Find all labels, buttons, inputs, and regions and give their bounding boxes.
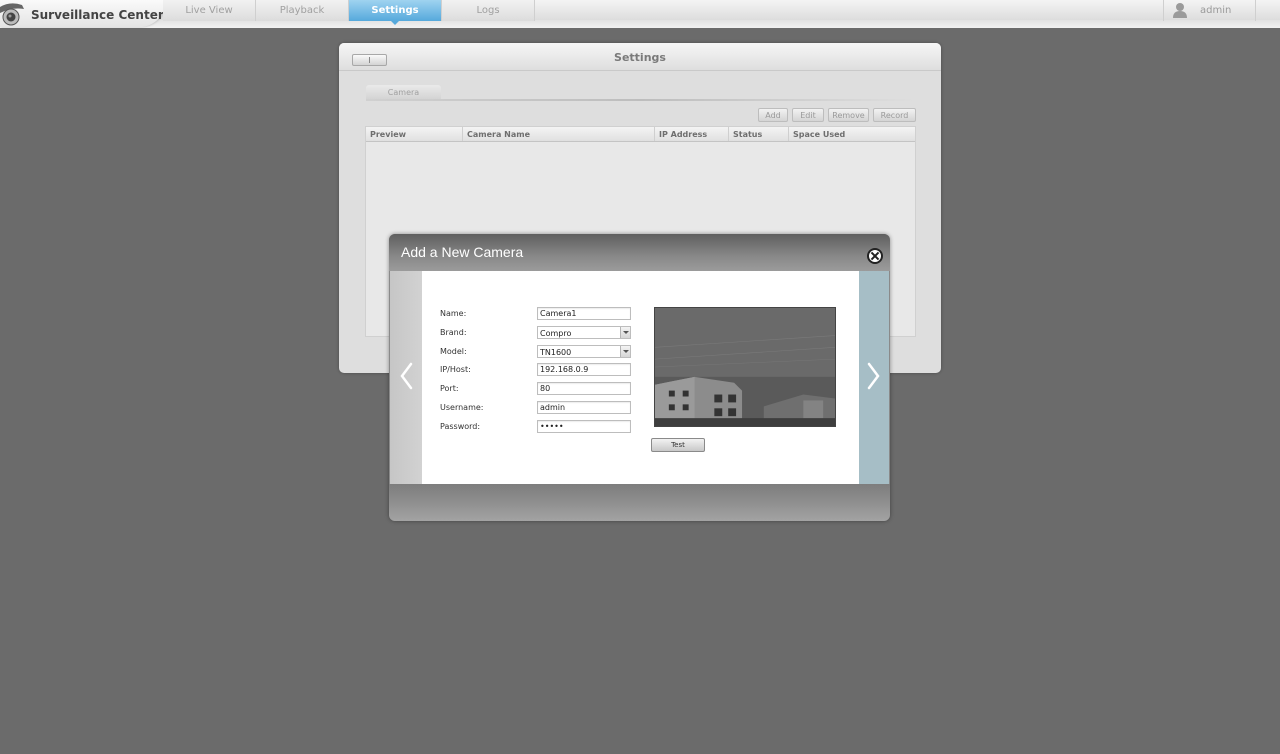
port-field[interactable]: 80	[537, 382, 631, 395]
username-label: Username:	[440, 403, 484, 412]
brand-value: Compro	[540, 329, 572, 338]
column-ip-address[interactable]: IP Address	[655, 127, 729, 141]
ip-host-field[interactable]: 192.168.0.9	[537, 363, 631, 376]
remove-button[interactable]: Remove	[828, 108, 869, 122]
app-title: Surveillance Center	[31, 8, 164, 22]
chevron-down-icon[interactable]	[620, 346, 630, 357]
brand-area: Surveillance Center	[0, 0, 166, 27]
model-select[interactable]: TN1600	[537, 345, 631, 358]
column-space-used[interactable]: Space Used	[789, 127, 915, 141]
tab-settings[interactable]: Settings	[349, 0, 442, 25]
dialog-body: Name: Camera1 Brand: Compro Model: TN160…	[422, 271, 859, 484]
name-field[interactable]: Camera1	[537, 307, 631, 320]
password-field[interactable]: •••••	[537, 420, 631, 433]
ip-host-label: IP/Host:	[440, 365, 471, 374]
tab-live-view[interactable]: Live View	[163, 0, 256, 21]
password-label: Password:	[440, 422, 481, 431]
tab-logs[interactable]: Logs	[442, 0, 535, 21]
add-camera-dialog: Add a New Camera Name: Camera1 Brand: Co…	[389, 234, 890, 521]
brand-select[interactable]: Compro	[537, 326, 631, 339]
camera-toolbar: Add Edit Remove Record	[758, 108, 916, 122]
tab-divider	[366, 99, 916, 101]
add-button[interactable]: Add	[758, 108, 788, 122]
main-nav: Live View Playback Settings Logs	[163, 0, 535, 25]
chevron-left-icon[interactable]	[399, 362, 413, 390]
camera-logo-icon	[0, 3, 24, 26]
close-icon[interactable]	[867, 248, 883, 264]
user-menu[interactable]: admin	[1163, 0, 1256, 21]
camera-preview-image	[654, 307, 836, 427]
brand-label: Brand:	[440, 328, 467, 337]
settings-header: Settings	[339, 43, 941, 71]
port-label: Port:	[440, 384, 459, 393]
top-bar-divider	[0, 20, 1280, 28]
chevron-down-icon[interactable]	[620, 327, 630, 338]
user-name: admin	[1200, 5, 1232, 16]
column-status[interactable]: Status	[729, 127, 789, 141]
name-label: Name:	[440, 309, 467, 318]
tab-camera[interactable]: Camera	[366, 85, 441, 99]
test-button[interactable]: Test	[651, 438, 705, 452]
record-button[interactable]: Record	[873, 108, 916, 122]
user-icon	[1173, 3, 1187, 18]
username-field[interactable]: admin	[537, 401, 631, 414]
tab-playback[interactable]: Playback	[256, 0, 349, 21]
dialog-header: Add a New Camera	[389, 234, 890, 271]
edit-button[interactable]: Edit	[792, 108, 824, 122]
dialog-footer	[389, 484, 890, 521]
page-title: Settings	[614, 51, 666, 64]
column-preview[interactable]: Preview	[366, 127, 463, 141]
chevron-right-icon[interactable]	[867, 362, 881, 390]
model-value: TN1600	[540, 348, 572, 357]
dialog-title: Add a New Camera	[401, 244, 524, 260]
table-header: Preview Camera Name IP Address Status Sp…	[366, 127, 915, 142]
model-label: Model:	[440, 347, 467, 356]
column-camera-name[interactable]: Camera Name	[463, 127, 655, 141]
